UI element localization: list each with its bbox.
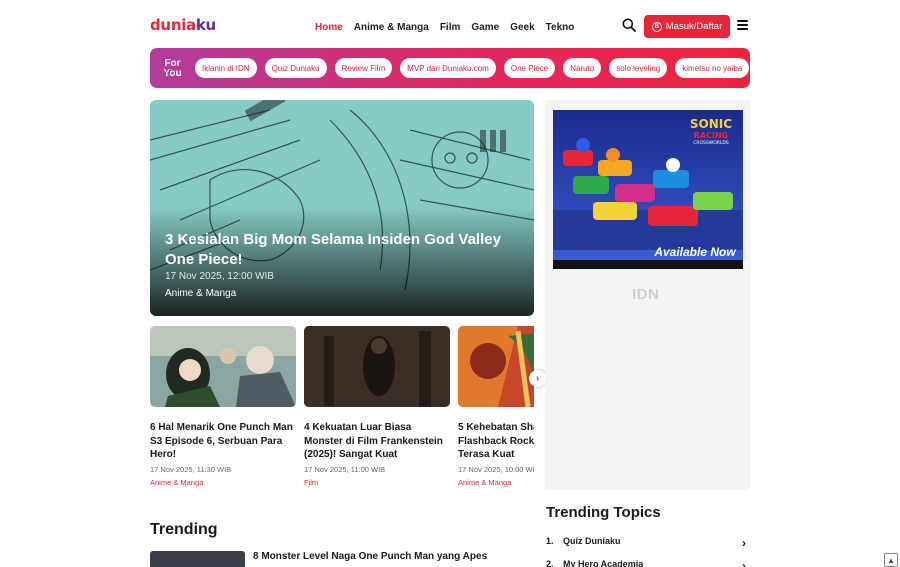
article-card[interactable]: 5 Kehebatan Shanks di Flashback Rocks On… [458,326,534,487]
card-thumbnail-frankenstein [304,326,450,407]
for-you-bar: For You Iklanin di IDN Quiz Duniaku Revi… [150,48,750,88]
card-date: 17 Nov 2025, 11:00 WIB [304,464,386,474]
chip-solo-leveling[interactable]: solo leveling [609,58,668,78]
card-category[interactable]: Film [304,478,450,487]
trending-heading: Trending [150,521,218,538]
carousel-next-icon[interactable]: › [529,370,546,387]
card-title[interactable]: 5 Kehebatan Shanks di Flashback Rocks On… [458,421,534,462]
nav-item-home[interactable]: Home [315,22,343,33]
chip-iklanin-di-idn[interactable]: Iklanin di IDN [195,58,257,78]
trending-thumbnail[interactable] [150,551,245,567]
card-date: 17 Nov 2025, 10:00 WIB [458,464,534,474]
svg-text:Available Now: Available Now [653,245,736,259]
chevron-right-icon: › [742,559,746,567]
chip-one-piece[interactable]: One Piece [503,58,556,78]
card-thumbnail-one-punch-man [150,326,296,407]
trending-topics-heading: Trending Topics [546,504,661,521]
coin-icon: B [651,21,662,32]
duniaku-logo[interactable]: duniaku [150,16,216,34]
chevron-right-icon: › [742,536,746,550]
trending-topic-item[interactable]: 1. Quiz Duniaku › [546,536,750,550]
trending-article-title[interactable]: 8 Monster Level Naga One Punch Man yang … [253,551,487,562]
idn-watermark: IDN [632,286,660,303]
hero-title[interactable]: 3 Kesialan Big Mom Selama Insiden God Va… [165,230,525,270]
card-date: 17 Nov 2025, 11:30 WIB [150,464,232,474]
article-carousel: 6 Hal Menarik One Punch Man S3 Episode 6… [150,326,534,501]
chip-review-film[interactable]: Review Film [334,58,393,78]
trending-topic-item[interactable]: 2. My Hero Academia › [546,559,750,567]
card-thumbnail-shanks [458,326,534,408]
chip-kimetsu-no-yaiba[interactable]: kimetsu no yaiba [675,58,750,78]
site-header: duniaku Home Anime & Manga Film Game Gee… [0,0,900,48]
card-title[interactable]: 4 Kekuatan Luar Biasa Monster di Film Fr… [304,421,450,462]
hero-article[interactable]: 3 Kesialan Big Mom Selama Insiden God Va… [150,100,534,316]
main-nav: Home Anime & Manga Film Game Geek Tekno [315,22,574,33]
article-card[interactable]: 6 Hal Menarik One Punch Man S3 Episode 6… [150,326,296,487]
sonic-racing-ad-banner[interactable]: SONIC RACING CROSSWORLDS Available Now [553,110,743,269]
hero-category[interactable]: Anime & Manga [165,288,236,299]
nav-item-film[interactable]: Film [440,22,461,33]
svg-text:RACING: RACING [694,131,728,140]
hamburger-menu-icon[interactable] [737,20,748,30]
chip-mvp-duniaku[interactable]: MVP dari Duniaku.com [400,58,496,78]
card-title[interactable]: 6 Hal Menarik One Punch Man S3 Episode 6… [150,421,296,462]
scroll-up-icon[interactable]: ▲ [884,553,898,567]
nav-item-game[interactable]: Game [471,22,499,33]
chip-quiz-duniaku[interactable]: Quiz Duniaku [264,58,327,78]
chip-naruto[interactable]: Naruto [563,58,602,78]
nav-item-anime-manga[interactable]: Anime & Manga [354,22,429,33]
svg-text:SONIC: SONIC [690,117,732,131]
search-icon[interactable] [622,18,636,32]
for-you-label: For You [163,57,182,79]
card-category[interactable]: Anime & Manga [150,478,296,487]
nav-item-geek[interactable]: Geek [510,22,534,33]
topic-chips: Iklanin di IDN Quiz Duniaku Review Film … [195,58,750,78]
card-category[interactable]: Anime & Manga [458,478,534,487]
nav-item-tekno[interactable]: Tekno [546,22,575,33]
svg-text:CROSSWORLDS: CROSSWORLDS [693,140,729,146]
login-button[interactable]: B Masuk/Daftar [644,15,730,38]
article-card[interactable]: 4 Kekuatan Luar Biasa Monster di Film Fr… [304,326,450,487]
hero-date: 17 Nov 2025, 12:00 WIB [165,271,274,282]
